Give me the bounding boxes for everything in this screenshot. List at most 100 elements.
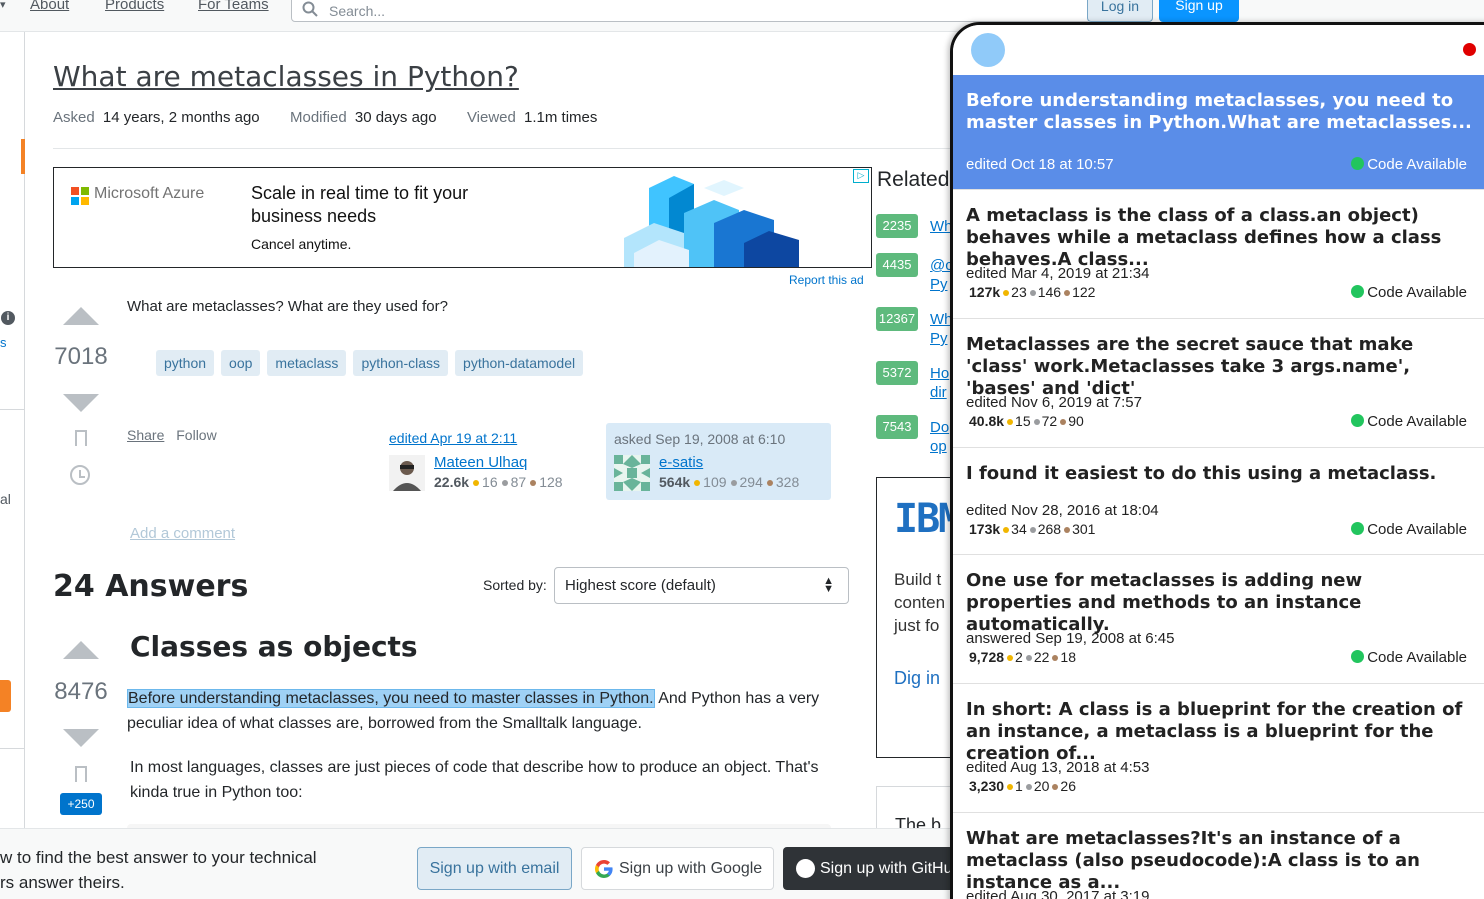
ibm-ad-text: Build t conten just fo (894, 570, 946, 635)
azure-ad[interactable]: Microsoft Azure Scale in real time to fi… (53, 167, 872, 268)
avatar[interactable] (614, 455, 650, 491)
answer-card-title: Metaclasses are the secret sauce that ma… (966, 334, 1414, 399)
ad-brand: Microsoft Azure (94, 185, 205, 202)
answer-card[interactable]: I found it easiest to do this using a me… (953, 448, 1484, 555)
signup-banner-text: w to find the best answer to your techni… (0, 848, 317, 892)
modified-value[interactable]: 30 days ago (355, 109, 437, 126)
sort-label: Sorted by: (483, 577, 547, 593)
extension-logo-icon[interactable] (971, 33, 1005, 67)
edited-link[interactable]: edited Apr 19 at 2:11 (389, 430, 589, 446)
left-sidebar: i s al (0, 32, 25, 832)
related-score: 12367 (876, 307, 918, 331)
close-icon[interactable] (1463, 43, 1476, 56)
sidebar-active-indicator (21, 139, 25, 174)
share-link[interactable]: Share (127, 427, 164, 443)
tag-python-class[interactable]: python-class (353, 350, 449, 376)
avatar[interactable] (389, 455, 425, 491)
answer-vote-count: 8476 (54, 678, 108, 705)
sort-select[interactable]: Highest score (default) ▲ ▼ (554, 567, 849, 604)
panel-header (953, 25, 1484, 75)
answer-card-title: I found it easiest to do this using a me… (966, 463, 1437, 484)
signup-button[interactable]: Sign up (1159, 0, 1239, 22)
code-available-badge: Code Available (1351, 156, 1467, 173)
answer-card[interactable]: Metaclasses are the secret sauce that ma… (953, 319, 1484, 448)
code-available-badge: Code Available (1351, 284, 1467, 301)
upvote-button[interactable] (63, 307, 99, 325)
question-title[interactable]: What are metaclasses in Python? (53, 60, 519, 93)
answer-card-reputation: 127k 23 146 122 (969, 284, 1096, 300)
answer-paragraph: Before understanding metaclasses, you ne… (127, 689, 820, 732)
ibm-ad[interactable]: IBM Build t conten just fo Dig in (876, 477, 962, 758)
sort-selected-value: Highest score (default) (565, 577, 716, 594)
question-meta: Asked 14 years, 2 months ago Modified 30… (53, 109, 601, 126)
upvote-button[interactable] (63, 641, 99, 659)
answer-card-title: What are metaclasses?It's an instance of… (966, 828, 1420, 893)
downvote-button[interactable] (63, 729, 99, 747)
sidebar-orange-button[interactable] (0, 680, 11, 712)
answer-card-date: edited Aug 30, 2017 at 3:19 (966, 888, 1150, 899)
code-available-badge: Code Available (1351, 413, 1467, 430)
related-score: 7543 (876, 415, 918, 439)
answer-card[interactable]: In short: A class is a blueprint for the… (953, 684, 1484, 813)
add-comment-link[interactable]: Add a comment (130, 525, 235, 542)
answer-card[interactable]: What are metaclasses?It's an instance of… (953, 813, 1484, 899)
viewed-value: 1.1m times (524, 109, 598, 126)
sidebar-link-fragment[interactable]: s (0, 335, 7, 350)
viewed-label: Viewed (466, 109, 516, 126)
nav-about-link[interactable]: About (30, 0, 69, 13)
info-icon[interactable]: i (1, 311, 15, 325)
related-link[interactable]: Do op (930, 418, 950, 456)
nav-for-teams-link[interactable]: For Teams (198, 0, 269, 13)
login-button[interactable]: Log in (1087, 0, 1153, 22)
answer-card-title: One use for metaclasses is adding new pr… (966, 570, 1363, 635)
answer-card-reputation: 3,230 1 20 26 (969, 778, 1076, 794)
signup-github-button[interactable]: Sign up with GitHub (783, 847, 973, 890)
ad-cubes-image (624, 176, 799, 267)
downvote-button[interactable] (63, 394, 99, 412)
adchoices-icon[interactable]: ▷ (853, 169, 869, 183)
related-score: 2235 (876, 214, 918, 238)
answer-card[interactable]: A metaclass is the class of a class.an o… (953, 190, 1484, 319)
related-link[interactable]: Ho dir (930, 364, 950, 402)
bookmark-icon[interactable] (75, 430, 87, 450)
ad-subtext: Cancel anytime. (251, 236, 352, 252)
chevron-down-icon[interactable]: ▾ (0, 0, 6, 11)
sidebar-text-fragment: al (0, 491, 11, 507)
search-icon (302, 1, 318, 17)
follow-link[interactable]: Follow (176, 427, 216, 443)
tag-list: python oop metaclass python-class python… (156, 350, 584, 376)
asked-label: Asked (53, 109, 95, 126)
answer-card-reputation: 40.8k 15 72 90 (969, 413, 1084, 429)
answer-card[interactable]: One use for metaclasses is adding new pr… (953, 555, 1484, 684)
report-ad-link[interactable]: Report this ad (789, 273, 864, 287)
related-link[interactable]: Wh Py (930, 310, 953, 348)
editor-card: edited Apr 19 at 2:11 Mateen Ulhaq 22.6k… (389, 430, 589, 491)
signup-google-button[interactable]: Sign up with Google (581, 847, 774, 890)
related-link[interactable]: @c Py (930, 256, 953, 294)
asked-value: 14 years, 2 months ago (102, 109, 260, 126)
ibm-ad-link[interactable]: Dig in (894, 668, 940, 689)
answer-card[interactable]: Before understanding metaclasses, you ne… (953, 75, 1484, 190)
editor-reputation: 22.6k 16 87 128 (434, 474, 563, 490)
editor-name[interactable]: Mateen Ulhaq (434, 454, 527, 471)
bounty-badge[interactable]: +250 (60, 793, 102, 815)
answer-card-title: A metaclass is the class of a class.an o… (966, 205, 1442, 270)
asker-reputation: 564k 109 294 328 (659, 474, 800, 490)
nav-products-link[interactable]: Products (105, 0, 164, 13)
answer-card-date: answered Sep 19, 2008 at 6:45 (966, 630, 1175, 647)
select-arrows-icon: ▲ ▼ (823, 575, 834, 595)
post-menu: Share Follow (127, 427, 217, 443)
tag-oop[interactable]: oop (221, 350, 261, 376)
bookmark-icon[interactable] (75, 766, 87, 786)
divider (53, 148, 953, 149)
tag-python-datamodel[interactable]: python-datamodel (455, 350, 584, 376)
signup-email-button[interactable]: Sign up with email (417, 847, 572, 890)
tag-metaclass[interactable]: metaclass (267, 350, 347, 376)
signup-banner: w to find the best answer to your techni… (0, 828, 973, 899)
asker-name[interactable]: e-satis (659, 454, 703, 471)
history-icon[interactable] (70, 465, 90, 485)
tag-python[interactable]: python (156, 350, 215, 376)
search-input[interactable]: Search... (291, 0, 1091, 22)
related-score: 4435 (876, 253, 918, 277)
related-score: 5372 (876, 361, 918, 385)
